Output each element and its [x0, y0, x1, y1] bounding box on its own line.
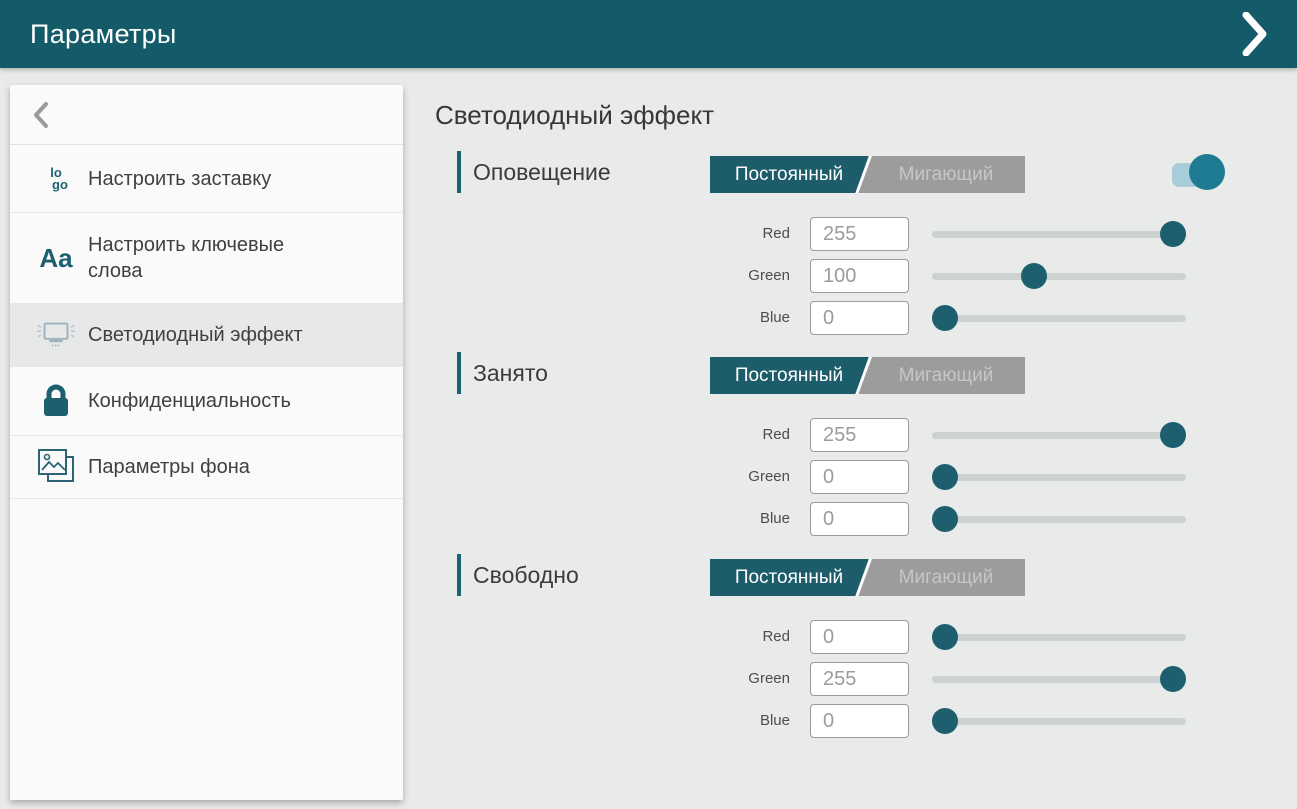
- red-label: Red: [635, 418, 790, 452]
- sidebar-item-label: Светодиодный эффект: [88, 322, 303, 348]
- sidebar-item-privacy[interactable]: Конфиденциальность: [10, 367, 403, 436]
- slider-track: [932, 315, 1186, 322]
- blue-label: Blue: [635, 502, 790, 536]
- sidebar-item-splash-screen[interactable]: logo Настроить заставку: [10, 145, 403, 213]
- chevron-left-icon: [33, 102, 49, 128]
- red-row: Red: [455, 620, 1255, 654]
- mode-blinking-button[interactable]: Мигающий: [855, 156, 1025, 193]
- green-slider[interactable]: [932, 666, 1186, 692]
- logo-icon: logo: [34, 167, 78, 191]
- blue-label: Blue: [635, 301, 790, 335]
- green-row: Green: [455, 662, 1255, 696]
- lock-icon: [34, 383, 78, 419]
- sidebar-item-label: Настроить ключевые слова: [88, 232, 338, 284]
- sidebar-item-label: Параметры фона: [88, 454, 250, 480]
- mode-toggle-group: Постоянный Мигающий: [710, 357, 1025, 394]
- green-value-input[interactable]: [810, 460, 909, 494]
- section-free: Свободно Постоянный Мигающий Red Green: [455, 554, 1255, 754]
- slider-thumb[interactable]: [1160, 221, 1186, 247]
- section-title: Занято: [473, 352, 548, 394]
- green-slider[interactable]: [932, 464, 1186, 490]
- red-value-input[interactable]: [810, 620, 909, 654]
- mode-blinking-button[interactable]: Мигающий: [855, 357, 1025, 394]
- slider-track: [932, 676, 1186, 683]
- section-title: Оповещение: [473, 151, 611, 193]
- content-title: Светодиодный эффект: [435, 100, 714, 131]
- section-alert: Оповещение Постоянный Мигающий Red Green: [455, 151, 1255, 351]
- green-label: Green: [635, 259, 790, 293]
- slider-track: [932, 634, 1186, 641]
- slider-track: [932, 273, 1186, 280]
- section-accent-bar: [457, 352, 461, 394]
- switch-knob: [1189, 154, 1225, 190]
- slider-track: [932, 231, 1186, 238]
- blue-slider[interactable]: [932, 305, 1186, 331]
- sidebar-item-keywords[interactable]: Aa Настроить ключевые слова: [10, 213, 403, 304]
- green-value-input[interactable]: [810, 662, 909, 696]
- section-accent-bar: [457, 554, 461, 596]
- page-title: Параметры: [30, 19, 177, 50]
- mode-constant-button[interactable]: Постоянный: [710, 559, 878, 596]
- slider-thumb[interactable]: [932, 624, 958, 650]
- sidebar-item-led-effect[interactable]: Светодиодный эффект: [10, 304, 403, 367]
- blue-value-input[interactable]: [810, 301, 909, 335]
- blue-row: Blue: [455, 704, 1255, 738]
- blue-value-input[interactable]: [810, 502, 909, 536]
- red-value-input[interactable]: [810, 217, 909, 251]
- blue-row: Blue: [455, 301, 1255, 335]
- red-row: Red: [455, 217, 1255, 251]
- app-header: Параметры: [0, 0, 1297, 68]
- section-accent-bar: [457, 151, 461, 193]
- red-row: Red: [455, 418, 1255, 452]
- red-slider[interactable]: [932, 624, 1186, 650]
- green-row: Green: [455, 259, 1255, 293]
- blue-slider[interactable]: [932, 708, 1186, 734]
- slider-thumb[interactable]: [932, 708, 958, 734]
- sidebar: logo Настроить заставку Aa Настроить клю…: [10, 85, 403, 800]
- section-title: Свободно: [473, 554, 579, 596]
- font-icon: Aa: [34, 243, 78, 274]
- images-icon: [34, 447, 78, 487]
- green-label: Green: [635, 460, 790, 494]
- red-value-input[interactable]: [810, 418, 909, 452]
- slider-track: [932, 474, 1186, 481]
- red-slider[interactable]: [932, 422, 1186, 448]
- blue-row: Blue: [455, 502, 1255, 536]
- settings-page: Параметры logo Настроить заставку Aa Нас…: [0, 0, 1297, 809]
- slider-thumb[interactable]: [1021, 263, 1047, 289]
- slider-track: [932, 516, 1186, 523]
- sidebar-back-button[interactable]: [10, 85, 403, 145]
- slider-thumb[interactable]: [932, 506, 958, 532]
- green-label: Green: [635, 662, 790, 696]
- slider-thumb[interactable]: [1160, 422, 1186, 448]
- blue-label: Blue: [635, 704, 790, 738]
- mode-toggle-group: Постоянный Мигающий: [710, 156, 1025, 193]
- power-toggle-switch[interactable]: [1170, 154, 1228, 191]
- collapse-panel-button[interactable]: [1227, 0, 1283, 68]
- slider-track: [932, 432, 1186, 439]
- slider-track: [932, 718, 1186, 725]
- green-slider[interactable]: [932, 263, 1186, 289]
- green-row: Green: [455, 460, 1255, 494]
- red-slider[interactable]: [932, 221, 1186, 247]
- sidebar-item-background[interactable]: Параметры фона: [10, 436, 403, 499]
- slider-thumb[interactable]: [1160, 666, 1186, 692]
- slider-thumb[interactable]: [932, 305, 958, 331]
- slider-thumb[interactable]: [932, 464, 958, 490]
- mode-constant-button[interactable]: Постоянный: [710, 357, 878, 394]
- led-screen-icon: [34, 319, 78, 351]
- green-value-input[interactable]: [810, 259, 909, 293]
- blue-value-input[interactable]: [810, 704, 909, 738]
- mode-constant-button[interactable]: Постоянный: [710, 156, 878, 193]
- sidebar-item-label: Настроить заставку: [88, 166, 271, 192]
- mode-toggle-group: Постоянный Мигающий: [710, 559, 1025, 596]
- mode-blinking-button[interactable]: Мигающий: [855, 559, 1025, 596]
- section-busy: Занято Постоянный Мигающий Red Green: [455, 352, 1255, 552]
- blue-slider[interactable]: [932, 506, 1186, 532]
- red-label: Red: [635, 620, 790, 654]
- chevron-right-icon: [1242, 12, 1268, 56]
- sidebar-item-label: Конфиденциальность: [88, 388, 291, 414]
- red-label: Red: [635, 217, 790, 251]
